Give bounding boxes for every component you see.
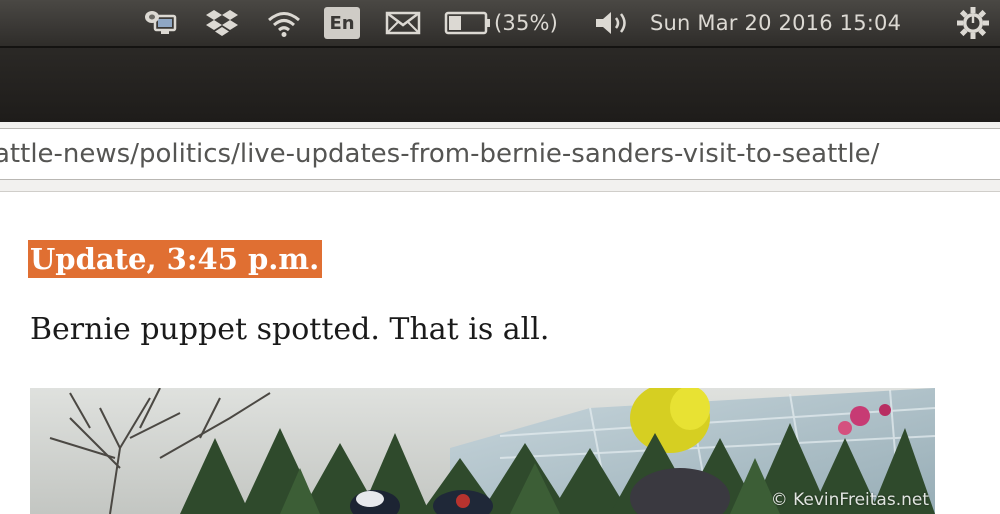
clock-indicator[interactable]: Sun Mar 20 2016 15:04 <box>650 0 940 46</box>
mail-icon[interactable] <box>382 0 424 46</box>
address-bar-url[interactable]: attle-news/politics/live-updates-from-be… <box>0 139 879 169</box>
battery-icon <box>444 11 490 35</box>
article-photo[interactable]: © KevinFreitas.net <box>30 388 935 514</box>
update-text: Bernie puppet spotted. That is all. <box>30 312 550 347</box>
address-bar[interactable]: attle-news/politics/live-updates-from-be… <box>0 128 1000 180</box>
toolbar-divider <box>0 46 1000 48</box>
clock-label: Sun Mar 20 2016 15:04 <box>650 11 902 35</box>
network-monitor-icon[interactable] <box>138 0 184 46</box>
browser-toolbar-area <box>0 46 1000 122</box>
wifi-icon[interactable] <box>262 0 306 46</box>
keyboard-layout-indicator[interactable]: En <box>322 0 362 46</box>
update-time-badge: Update, 3:45 p.m. <box>28 240 323 278</box>
battery-indicator[interactable]: (35%) <box>444 0 574 46</box>
keyboard-layout-label: En <box>324 7 360 39</box>
system-top-panel: En (35%) Sun Mar 20 2016 15:04 <box>0 0 1000 46</box>
battery-percentage: (35%) <box>494 11 559 35</box>
gear-power-icon[interactable] <box>950 0 996 46</box>
photo-watermark: © KevinFreitas.net <box>770 490 929 510</box>
speaker-icon[interactable] <box>590 0 634 46</box>
dropbox-icon[interactable] <box>202 0 242 46</box>
